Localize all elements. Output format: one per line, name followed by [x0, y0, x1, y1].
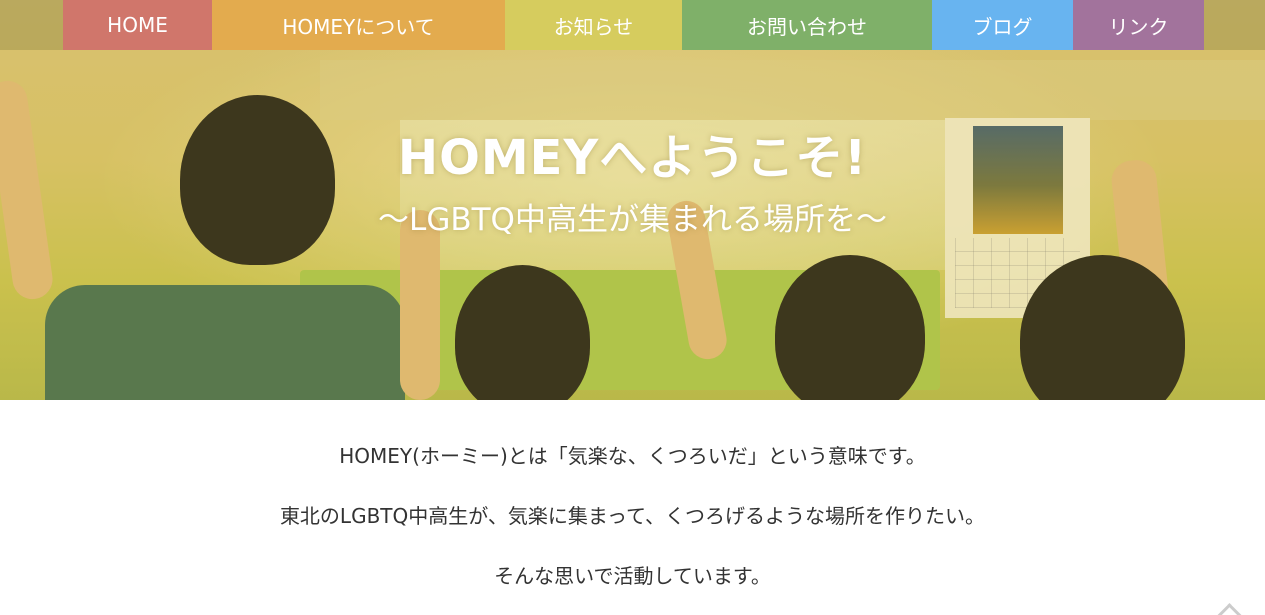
- nav-item-home[interactable]: HOME: [63, 0, 212, 50]
- nav-item-contact[interactable]: お問い合わせ: [682, 0, 932, 50]
- nav-item-about[interactable]: HOMEYについて: [212, 0, 505, 50]
- nav-item-news[interactable]: お知らせ: [505, 0, 682, 50]
- hero-banner: HOME HOMEYについて お知らせ お問い合わせ ブログ リンク HOMEY…: [0, 0, 1265, 400]
- main-nav: HOME HOMEYについて お知らせ お問い合わせ ブログ リンク: [0, 0, 1265, 50]
- nav-item-label: リンク: [1108, 14, 1169, 39]
- nav-item-label: HOME: [107, 13, 168, 37]
- nav-item-label: ブログ: [972, 14, 1033, 39]
- hero-subtitle: 〜LGBTQ中高生が集まれる場所を〜: [378, 202, 887, 238]
- hero-title: HOMEYへようこそ!: [397, 130, 868, 186]
- intro-line-2: 東北のLGBTQ中高生が、気楽に集まって、くつろげるような場所を作りたい。: [279, 504, 986, 528]
- chevron-up-icon[interactable]: [1213, 603, 1245, 615]
- nav-item-label: お知らせ: [553, 14, 634, 39]
- nav-item-label: お問い合わせ: [747, 14, 867, 39]
- hero-text: HOMEYへようこそ! 〜LGBTQ中高生が集まれる場所を〜: [0, 128, 1265, 242]
- nav-item-blog[interactable]: ブログ: [932, 0, 1073, 50]
- intro-line-1: HOMEY(ホーミー)とは「気楽な、くつろいだ」という意味です。: [339, 444, 926, 468]
- nav-item-label: HOMEYについて: [282, 14, 435, 39]
- nav-item-links[interactable]: リンク: [1073, 0, 1204, 50]
- intro-line-3: そんな思いで活動しています。: [494, 564, 771, 588]
- intro-section: HOMEY(ホーミー)とは「気楽な、くつろいだ」という意味です。 東北のLGBT…: [0, 400, 1265, 615]
